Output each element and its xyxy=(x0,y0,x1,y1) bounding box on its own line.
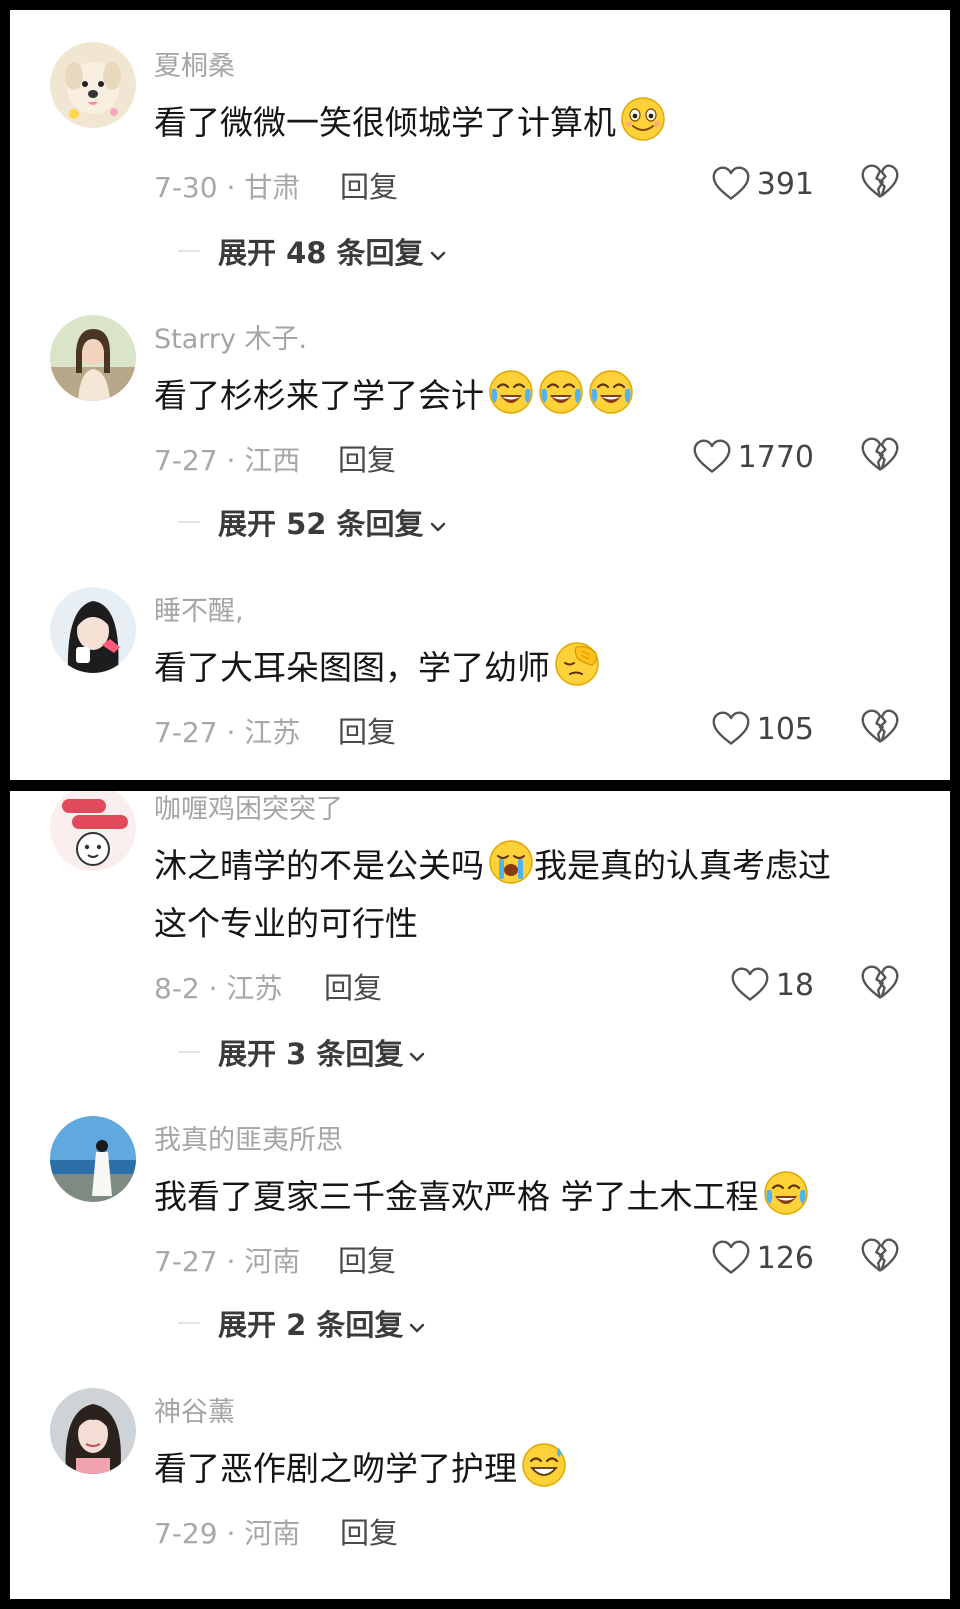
comment-username[interactable]: 睡不醒, xyxy=(154,589,244,628)
comment-text-body: 看了大耳朵图图，学了幼师 xyxy=(154,648,550,687)
dislike-button[interactable] xyxy=(860,162,904,206)
chevron-down-icon xyxy=(410,1323,425,1333)
comment-text: 我看了夏家三千金喜欢严格 学了土木工程 xyxy=(154,1168,904,1226)
comment-text: 看了恶作剧之吻学了护理 xyxy=(154,1440,904,1498)
comment-item: 睡不醒, 看了大耳朵图图，学了幼师 7-27 · 江苏 回复 105 xyxy=(10,587,950,767)
like-button[interactable]: 105 xyxy=(711,707,814,751)
reply-button[interactable]: 回复 xyxy=(338,709,396,751)
heart-icon xyxy=(712,711,750,745)
comment-item: Starry 木子. 看了杉杉来了学了会计 7-27 · 江西 回复 1770 … xyxy=(10,315,950,545)
comment-item: 咖喱鸡困突突了 沐之晴学的不是公关吗 我是真的认真考虑过 这个专业的可行性 8-2… xyxy=(10,791,950,1075)
chevron-down-icon xyxy=(410,1052,425,1062)
comment-date-location: 8-2 · 江苏 xyxy=(154,972,283,1005)
expand-replies-label: 展开 2 条回复 xyxy=(218,1308,404,1342)
reply-button[interactable]: 回复 xyxy=(340,164,398,206)
screenshot-panel-bottom: 咖喱鸡困突突了 沐之晴学的不是公关吗 我是真的认真考虑过 这个专业的可行性 8-2… xyxy=(10,791,950,1599)
expand-replies-button[interactable]: 展开 2 条回复 xyxy=(218,1302,425,1344)
cry-laugh-emoji-icon xyxy=(588,369,634,415)
chevron-down-icon xyxy=(430,251,445,261)
reply-button[interactable]: 回复 xyxy=(324,965,382,1007)
expand-replies-button[interactable]: 展开 52 条回复 xyxy=(218,501,446,543)
like-button[interactable]: 126 xyxy=(711,1236,814,1280)
comment-username[interactable]: 夏桐桑 xyxy=(154,44,235,83)
avatar[interactable] xyxy=(50,791,136,871)
comment-text-body: 沐之晴学的不是公关吗 xyxy=(154,846,484,885)
expand-divider xyxy=(178,250,200,252)
dislike-button[interactable] xyxy=(860,1236,904,1280)
comment-text-body: 看了恶作剧之吻学了护理 xyxy=(154,1449,517,1488)
comment-item: 神谷薰 看了恶作剧之吻学了护理 7-29 · 河南 回复 xyxy=(10,1388,950,1588)
cry-laugh-emoji-icon xyxy=(488,369,534,415)
comment-text: 看了杉杉来了学了会计 xyxy=(154,367,904,425)
comment-date-location: 7-29 · 河南 xyxy=(154,1517,301,1550)
heart-icon xyxy=(693,439,731,473)
broken-heart-icon xyxy=(861,709,899,743)
like-button[interactable]: 391 xyxy=(711,162,814,206)
crying-emoji-icon xyxy=(489,840,533,884)
comment-username[interactable]: Starry 木子. xyxy=(154,317,307,356)
like-count: 391 xyxy=(756,166,814,202)
heart-icon xyxy=(712,1240,750,1274)
avatar[interactable] xyxy=(50,1116,136,1202)
comment-date-location: 7-27 · 江西 xyxy=(154,444,301,477)
expand-replies-button[interactable]: 展开 48 条回复 xyxy=(218,230,446,272)
dislike-button[interactable] xyxy=(860,435,904,479)
comment-item: 夏桐桑 看了微微一笑很倾城学了计算机 7-30 · 甘肃 回复 391 展开 4… xyxy=(10,42,950,272)
broken-heart-icon xyxy=(861,965,899,999)
comment-date-location: 7-27 · 江苏 xyxy=(154,716,301,749)
cry-laugh-emoji-icon xyxy=(763,1170,808,1216)
expand-replies-label: 展开 52 条回复 xyxy=(218,507,424,541)
broken-heart-icon xyxy=(861,437,899,471)
like-count: 105 xyxy=(756,711,814,747)
comment-item: 我真的匪夷所思 我看了夏家三千金喜欢严格 学了土木工程 7-27 · 河南 回复… xyxy=(10,1116,950,1346)
dislike-button[interactable] xyxy=(860,963,904,1007)
like-count: 18 xyxy=(775,967,814,1003)
comment-text-body: 看了杉杉来了学了会计 xyxy=(154,376,484,415)
expand-replies-label: 展开 3 条回复 xyxy=(218,1037,404,1071)
dislike-button[interactable] xyxy=(860,707,904,751)
grin-sweat-emoji-icon xyxy=(521,1442,567,1488)
avatar[interactable] xyxy=(50,315,136,401)
broken-heart-icon xyxy=(861,164,899,198)
facepalm-emoji-icon xyxy=(555,642,599,686)
avatar[interactable] xyxy=(50,1388,136,1474)
chevron-down-icon xyxy=(430,522,445,532)
comment-username[interactable]: 神谷薰 xyxy=(154,1390,235,1429)
screenshot-panel-top: 夏桐桑 看了微微一笑很倾城学了计算机 7-30 · 甘肃 回复 391 展开 4… xyxy=(10,10,950,780)
like-count: 1770 xyxy=(737,439,814,475)
expand-replies-button[interactable]: 展开 3 条回复 xyxy=(218,1031,425,1073)
comment-date-location: 7-30 · 甘肃 xyxy=(154,171,301,204)
comment-text-body: 我看了夏家三千金喜欢严格 学了土木工程 xyxy=(154,1177,759,1216)
expand-divider xyxy=(178,521,200,523)
heart-icon xyxy=(712,166,750,200)
avatar[interactable] xyxy=(50,587,136,673)
comment-text-body: 这个专业的可行性 xyxy=(154,904,418,943)
avatar[interactable] xyxy=(50,42,136,128)
comment-username[interactable]: 咖喱鸡困突突了 xyxy=(154,791,343,826)
reply-button[interactable]: 回复 xyxy=(338,437,396,479)
comment-text-body: 我是真的认真考虑过 xyxy=(534,846,831,885)
reply-button[interactable]: 回复 xyxy=(338,1238,396,1280)
broken-heart-icon xyxy=(861,1238,899,1272)
like-button[interactable]: 18 xyxy=(730,963,814,1007)
comment-text: 看了大耳朵图图，学了幼师 xyxy=(154,639,904,697)
smile-emoji-icon xyxy=(621,97,665,141)
comment-text: 沐之晴学的不是公关吗 我是真的认真考虑过 这个专业的可行性 xyxy=(154,837,904,953)
expand-divider xyxy=(178,1322,200,1324)
reply-button[interactable]: 回复 xyxy=(340,1510,398,1552)
comment-date-location: 7-27 · 河南 xyxy=(154,1245,301,1278)
heart-icon xyxy=(731,967,769,1001)
comment-text-body: 看了微微一笑很倾城学了计算机 xyxy=(154,103,616,142)
like-button[interactable]: 1770 xyxy=(692,435,814,479)
cry-laugh-emoji-icon xyxy=(538,369,584,415)
expand-replies-label: 展开 48 条回复 xyxy=(218,236,424,270)
like-count: 126 xyxy=(756,1240,814,1276)
comment-username[interactable]: 我真的匪夷所思 xyxy=(154,1118,343,1157)
comment-text: 看了微微一笑很倾城学了计算机 xyxy=(154,94,904,152)
expand-divider xyxy=(178,1051,200,1053)
